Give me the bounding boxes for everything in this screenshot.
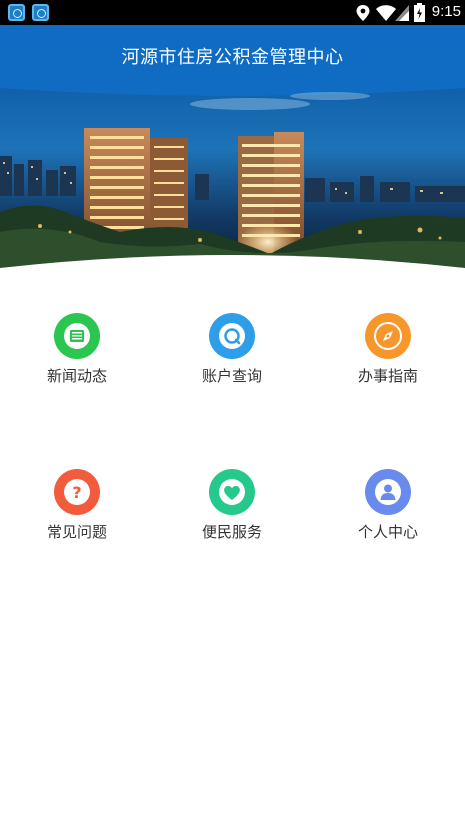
menu-item-faq[interactable]: ? 常见问题 bbox=[17, 469, 137, 549]
search-icon bbox=[209, 313, 255, 359]
news-icon bbox=[54, 313, 100, 359]
app-icon bbox=[32, 4, 49, 21]
menu-item-personal-center[interactable]: 个人中心 bbox=[328, 469, 448, 549]
question-icon: ? bbox=[54, 469, 100, 515]
page-title: 河源市住房公积金管理中心 bbox=[121, 47, 344, 68]
heart-icon bbox=[209, 469, 255, 515]
wifi-icon bbox=[376, 5, 396, 21]
menu-label: 办事指南 bbox=[357, 367, 418, 385]
signal-icon bbox=[395, 5, 409, 21]
compass-icon bbox=[365, 313, 411, 359]
menu-label: 账户查询 bbox=[201, 367, 262, 385]
menu-item-news[interactable]: 新闻动态 bbox=[17, 313, 137, 393]
app-icon bbox=[8, 4, 25, 21]
city-night-banner bbox=[0, 82, 465, 274]
svg-text:?: ? bbox=[72, 483, 81, 502]
status-bar: 9:15 bbox=[0, 0, 465, 25]
banner-image bbox=[0, 82, 465, 274]
battery-icon bbox=[414, 3, 425, 22]
menu-label: 便民服务 bbox=[201, 523, 262, 541]
menu-item-convenience[interactable]: 便民服务 bbox=[172, 469, 292, 549]
menu-label: 常见问题 bbox=[46, 523, 107, 541]
menu-item-guide[interactable]: 办事指南 bbox=[328, 313, 448, 393]
menu-item-account-query[interactable]: 账户查询 bbox=[172, 313, 292, 393]
app-header: 河源市住房公积金管理中心 bbox=[0, 25, 465, 85]
menu-label: 个人中心 bbox=[357, 523, 418, 541]
location-icon bbox=[356, 5, 370, 21]
clock: 9:15 bbox=[431, 3, 461, 20]
menu-label: 新闻动态 bbox=[46, 367, 107, 385]
user-icon bbox=[365, 469, 411, 515]
